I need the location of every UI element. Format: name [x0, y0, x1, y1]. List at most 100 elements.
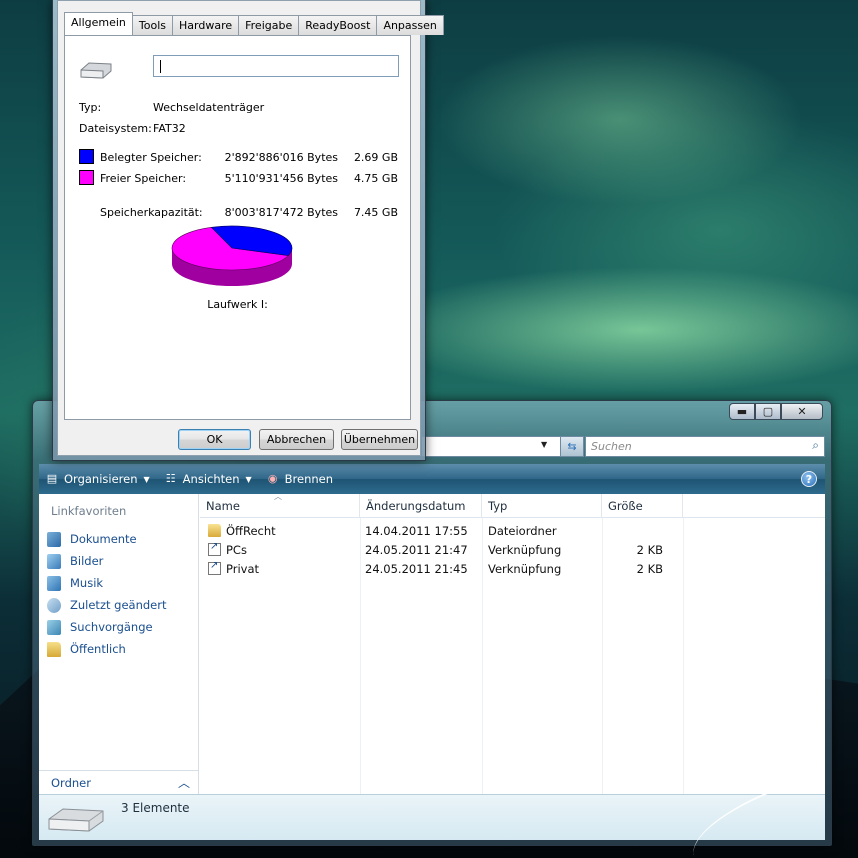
removable-drive-icon — [80, 62, 112, 79]
tab-readyboost[interactable]: ReadyBoost — [298, 15, 378, 35]
navigation-pane: Linkfavoriten Dokumente Bilder Musik Zul… — [39, 494, 199, 770]
burn-button[interactable]: ◉ Brennen — [266, 472, 333, 486]
public-folder-icon — [47, 641, 61, 657]
burn-label: Brennen — [284, 472, 334, 486]
tab-strip: Allgemein Tools Hardware Freigabe ReadyB… — [64, 12, 444, 35]
favorite-links-heading: Linkfavoriten — [51, 504, 127, 518]
file-date: 24.05.2011 21:45 — [365, 562, 468, 576]
file-list-pane: ︿ Name Änderungsdatum Typ Größe ÖffRecht… — [200, 492, 825, 794]
organize-button[interactable]: ▤ Organisieren ▼ — [45, 472, 150, 486]
free-space-bytes: 5'110'931'456 Bytes — [224, 172, 338, 185]
nav-item-documents[interactable]: Dokumente — [47, 528, 166, 550]
nav-item-pictures[interactable]: Bilder — [47, 550, 166, 572]
search-icon[interactable]: ⌕ — [812, 438, 819, 453]
nav-item-public[interactable]: Öffentlich — [47, 638, 166, 660]
refresh-icon[interactable]: ⇆ — [560, 436, 584, 457]
nav-item-recent[interactable]: Zuletzt geändert — [47, 594, 166, 616]
filesystem-value: FAT32 — [153, 122, 186, 135]
file-name: Privat — [226, 562, 260, 576]
column-headers: ︿ Name Änderungsdatum Typ Größe — [200, 492, 825, 518]
nav-item-music[interactable]: Musik — [47, 572, 166, 594]
chevron-down-icon[interactable]: ▼ — [246, 475, 252, 484]
search-placeholder: Suchen — [591, 440, 632, 453]
tab-general[interactable]: Allgemein — [64, 12, 133, 35]
pie-chart-svg — [171, 225, 293, 286]
drive-name-input[interactable] — [153, 55, 399, 77]
nav-item-label: Suchvorgänge — [70, 620, 153, 634]
file-row[interactable]: ÖffRecht 14.04.2011 17:55 Dateiordner — [200, 522, 825, 541]
separator — [79, 316, 397, 317]
drive-letter-label: Laufwerk I: — [207, 298, 268, 311]
folder-icon — [208, 524, 221, 537]
explorer-window: ▬ ▢ ✕ ▼ ⇆ Suchen ⌕ ▤ Organisieren ▼ ☷ An… — [32, 400, 832, 857]
separator — [79, 195, 397, 196]
capacity-bytes: 8'003'817'472 Bytes — [224, 206, 338, 219]
organize-label: Organisieren — [64, 472, 138, 486]
views-button[interactable]: ☷ Ansichten ▼ — [164, 472, 252, 486]
file-name: PCs — [226, 543, 247, 557]
free-space-swatch — [79, 170, 94, 185]
shortcut-icon — [208, 560, 221, 575]
minimize-button[interactable]: ▬ — [729, 403, 755, 420]
used-space-swatch — [79, 149, 94, 164]
file-size: 2 KB — [636, 562, 663, 576]
music-icon — [47, 575, 61, 591]
address-dropdown-icon[interactable]: ▼ — [541, 440, 547, 449]
folders-toggle[interactable]: Ordner ︿ — [39, 770, 199, 794]
column-header-label: Name — [206, 499, 240, 513]
file-list: ÖffRecht 14.04.2011 17:55 Dateiordner PC… — [200, 522, 825, 579]
recent-icon — [47, 597, 61, 613]
column-header-name[interactable]: ︿ Name — [200, 492, 360, 518]
file-date: 14.04.2011 17:55 — [365, 524, 468, 538]
tab-sharing[interactable]: Freigabe — [238, 15, 300, 35]
column-header-size[interactable]: Größe — [602, 494, 683, 518]
explorer-content: Linkfavoriten Dokumente Bilder Musik Zul… — [39, 492, 825, 857]
details-pane: 3 Elemente — [39, 781, 825, 857]
address-bar[interactable] — [421, 436, 561, 457]
column-header-date[interactable]: Änderungsdatum — [360, 494, 482, 518]
views-icon: ☷ — [165, 472, 176, 485]
column-header-label: Typ — [488, 499, 508, 513]
used-space-gb: 2.69 GB — [353, 151, 398, 164]
general-tab-panel: Typ: Wechseldatenträger Dateisystem: FAT… — [64, 35, 411, 420]
pictures-icon — [47, 553, 61, 569]
type-label: Typ: — [79, 101, 102, 114]
tab-tools[interactable]: Tools — [131, 15, 174, 35]
file-date: 24.05.2011 21:47 — [365, 543, 468, 557]
apply-button[interactable]: Übernehmen — [341, 429, 418, 450]
tab-customize[interactable]: Anpassen — [376, 15, 444, 35]
shortcut-icon — [208, 541, 221, 556]
file-size: 2 KB — [636, 543, 663, 557]
used-space-label: Belegter Speicher: — [100, 151, 202, 164]
nav-item-searches[interactable]: Suchvorgänge — [47, 616, 166, 638]
file-name: ÖffRecht — [226, 524, 276, 538]
nav-item-label: Dokumente — [70, 532, 137, 546]
command-bar: ▤ Organisieren ▼ ☷ Ansichten ▼ ◉ Brennen… — [39, 464, 825, 494]
type-value: Wechseldatenträger — [153, 101, 265, 114]
text-cursor — [160, 60, 161, 73]
item-count: 3 Elemente — [121, 801, 190, 815]
file-type: Verknüpfung — [488, 562, 562, 576]
ok-button[interactable]: OK — [178, 429, 251, 450]
chevron-down-icon: ▼ — [143, 474, 150, 484]
column-header-label: Größe — [608, 499, 643, 513]
window-controls: ▬ ▢ ✕ — [729, 403, 823, 420]
favorite-links-list: Dokumente Bilder Musik Zuletzt geändert … — [47, 528, 166, 660]
dialog-body: Allgemein Tools Hardware Freigabe ReadyB… — [57, 0, 444, 456]
column-header-type[interactable]: Typ — [482, 494, 602, 518]
views-label: Ansichten — [182, 472, 240, 486]
tab-hardware[interactable]: Hardware — [172, 15, 240, 35]
drive-properties-dialog: Allgemein Tools Hardware Freigabe ReadyB… — [52, 0, 444, 461]
organize-icon: ▤ — [46, 472, 58, 485]
searches-icon — [47, 619, 61, 635]
search-input[interactable]: Suchen ⌕ — [585, 436, 825, 457]
cancel-button[interactable]: Abbrechen — [259, 429, 334, 450]
disk-usage-pie — [169, 224, 295, 296]
file-row[interactable]: PCs 24.05.2011 21:47 Verknüpfung 2 KB — [200, 541, 825, 560]
file-row[interactable]: Privat 24.05.2011 21:45 Verknüpfung 2 KB — [200, 560, 825, 579]
burn-disc-icon: ◉ — [267, 472, 278, 485]
help-icon[interactable]: ? — [801, 471, 817, 487]
maximize-button[interactable]: ▢ — [755, 403, 781, 420]
chevron-up-icon: ︿ — [177, 776, 190, 790]
close-button[interactable]: ✕ — [781, 403, 823, 420]
